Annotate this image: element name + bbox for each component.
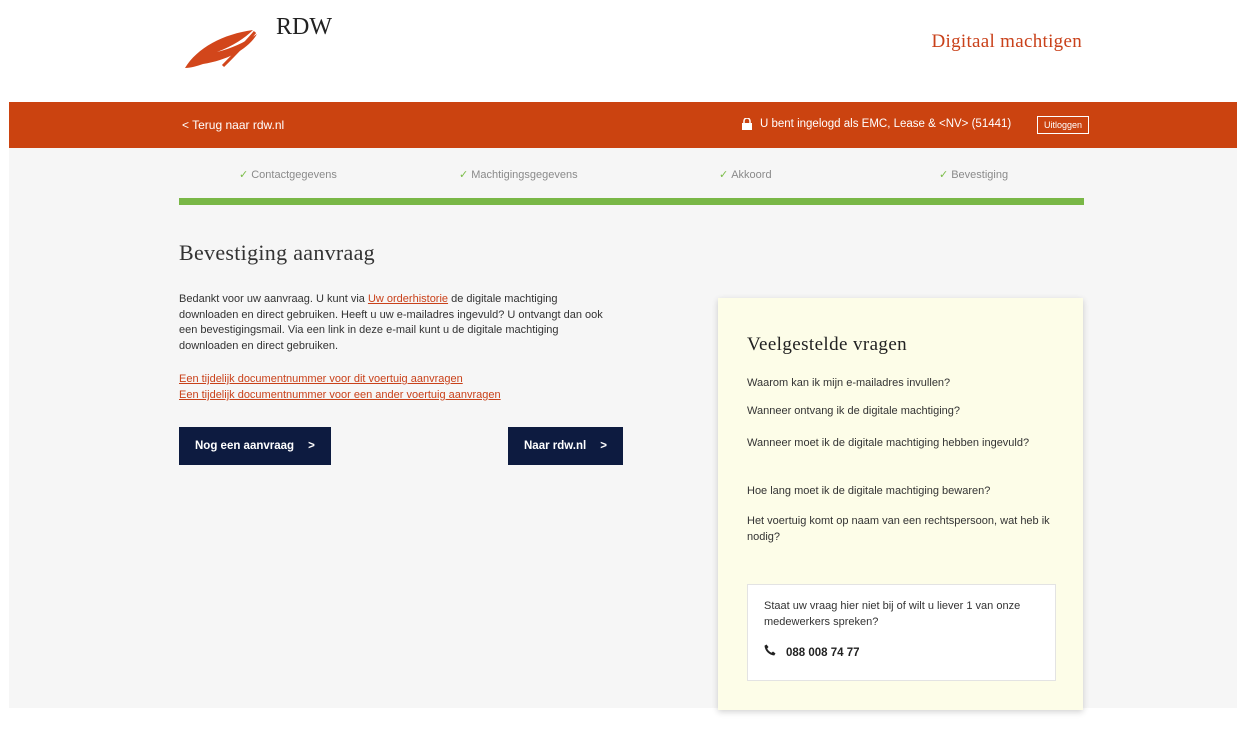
to-rdw-button[interactable]: Naar rdw.nl > (508, 427, 623, 465)
faq-question[interactable]: Het voertuig komt op naam van een rechts… (747, 514, 1057, 545)
new-request-button[interactable]: Nog een aanvraag > (179, 427, 331, 465)
temp-docnumber-other-vehicle-link[interactable]: Een tijdelijk documentnummer voor een an… (179, 389, 501, 401)
phone-number[interactable]: 088 008 74 77 (786, 647, 860, 659)
top-bar: < Terug naar rdw.nl U bent ingelogd als … (9, 102, 1237, 148)
main-content: ✓ Contactgegevens ✓ Machtigingsgegevens ✓ A… (9, 148, 1237, 710)
step-contactgegevens: ✓ Contactgegevens (239, 169, 337, 181)
contact-text: Staat uw vraag hier niet bij of wilt u l… (764, 600, 1021, 628)
step-bevestiging: ✓ Bevestiging (939, 169, 1009, 181)
check-icon: ✓ (239, 169, 249, 181)
step-machtigingsgegevens: ✓ Machtigingsgegevens (459, 169, 578, 181)
check-icon: ✓ (939, 169, 949, 181)
app-title: Digitaal machtigen (931, 31, 1082, 52)
page-title: Bevestiging aanvraag (179, 240, 375, 265)
contact-box: Staat uw vraag hier niet bij of wilt u l… (747, 584, 1056, 681)
lock-icon (742, 118, 752, 130)
faq-question[interactable]: Wanneer ontvang ik de digitale machtigin… (747, 404, 1057, 420)
chevron-right-icon: > (600, 440, 607, 452)
faq-title: Veelgestelde vragen (747, 334, 908, 355)
check-icon: ✓ (459, 169, 469, 181)
faq-question[interactable]: Wanneer moet ik de digitale machtiging h… (747, 436, 1057, 452)
progress-bar (179, 198, 1084, 205)
faq-panel: Veelgestelde vragen Waarom kan ik mijn e… (718, 298, 1083, 710)
step-akkoord: ✓ Akkoord (719, 169, 772, 181)
chevron-right-icon: > (308, 440, 315, 452)
logo-text: RDW (276, 14, 332, 40)
login-status: U bent ingelogd als EMC, Lease & <NV> (5… (760, 118, 1012, 130)
rdw-logo-icon[interactable] (183, 20, 273, 72)
back-to-rdw-link[interactable]: < Terug naar rdw.nl (182, 118, 284, 132)
site-header: RDW Digitaal machtigen (0, 0, 1247, 102)
faq-question[interactable]: Waarom kan ik mijn e-mailadres invullen? (747, 376, 1057, 392)
check-icon: ✓ (719, 169, 729, 181)
order-history-link[interactable]: Uw orderhistorie (368, 293, 448, 305)
temp-docnumber-this-vehicle-link[interactable]: Een tijdelijk documentnummer voor dit vo… (179, 373, 463, 385)
phone-icon (764, 644, 776, 656)
faq-question[interactable]: Hoe lang moet ik de digitale machtiging … (747, 484, 1057, 500)
step-indicator: ✓ Contactgegevens ✓ Machtigingsgegevens ✓ A… (179, 168, 1084, 188)
intro-text: Bedankt voor uw aanvraag. U kunt via Uw … (179, 293, 603, 352)
logout-button[interactable]: Uitloggen (1037, 116, 1090, 134)
